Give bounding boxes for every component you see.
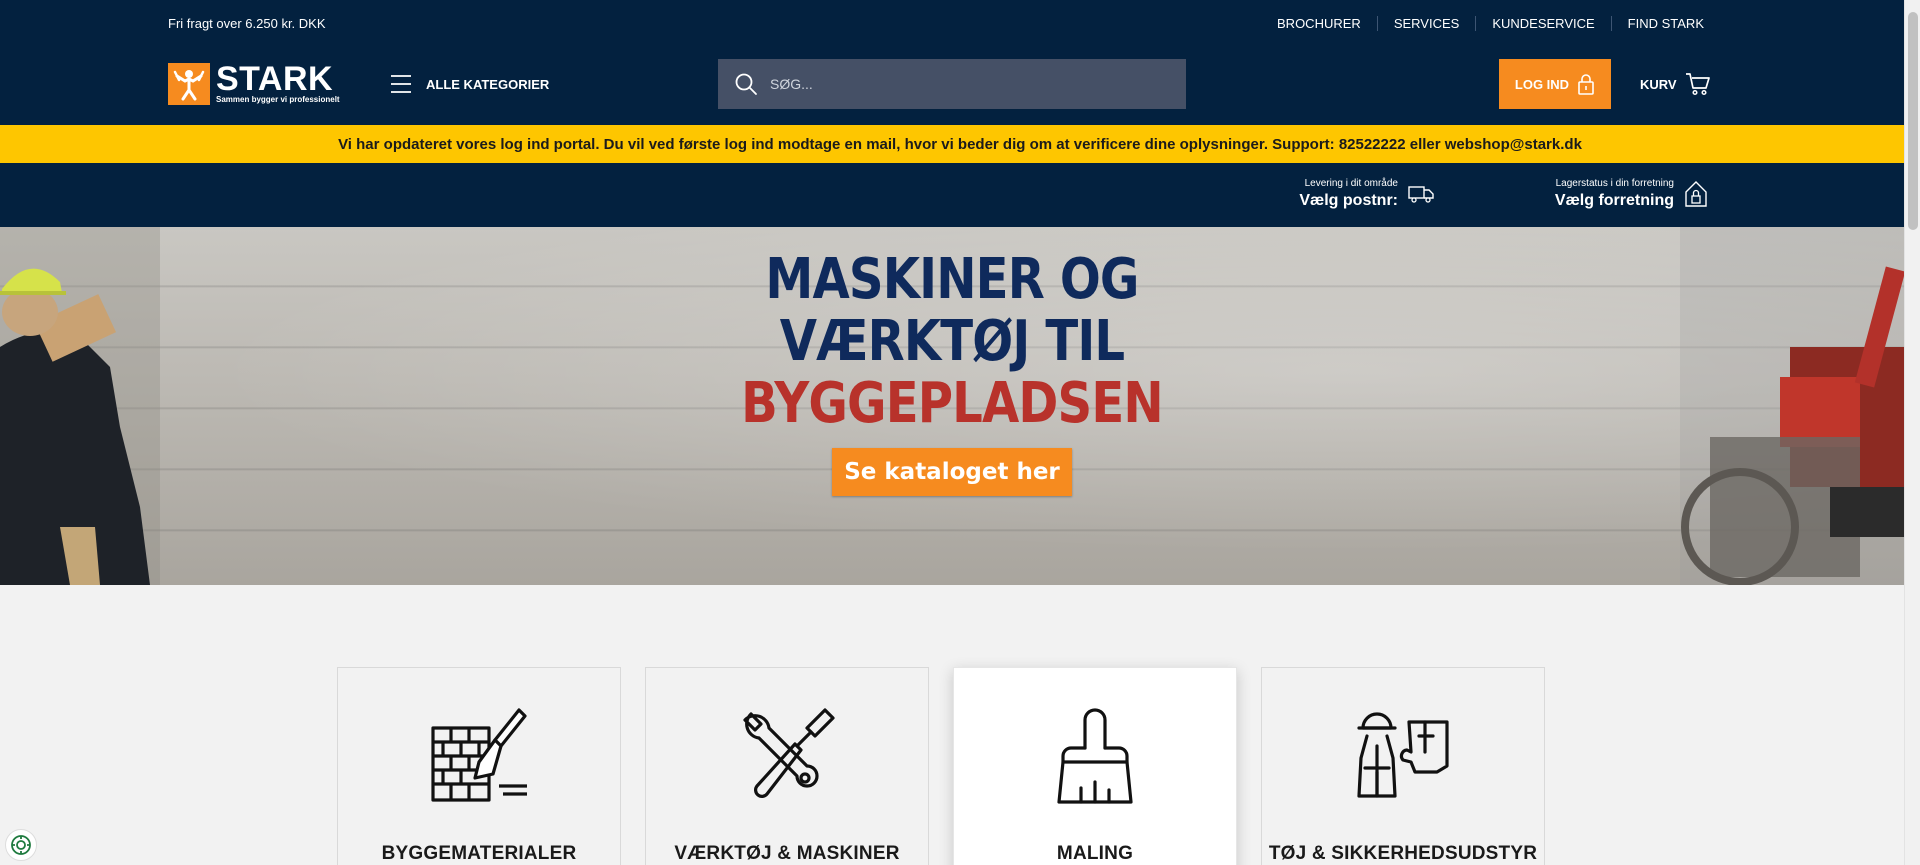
- top-bar: Fri fragt over 6.250 kr. DKK BROCHURER S…: [168, 0, 1704, 46]
- main-bar: STARK Sammen bygger vi professionelt ALL…: [168, 58, 1710, 110]
- category-name: VÆRKTØJ & MASKINER: [674, 843, 900, 864]
- cart-icon: [1685, 73, 1710, 96]
- category-grid: BYGGEMATERIALER VÆRKTØJ & MASKINER MALIN…: [337, 667, 1569, 865]
- page-scrollbar[interactable]: [1904, 0, 1920, 865]
- catalog-cta-button[interactable]: Se kataloget her: [832, 448, 1072, 496]
- link-services[interactable]: SERVICES: [1378, 15, 1477, 31]
- cart-button[interactable]: KURV: [1640, 72, 1711, 96]
- free-shipping-text: Fri fragt over 6.250 kr. DKK: [168, 15, 326, 31]
- cart-label: KURV: [1640, 76, 1677, 92]
- login-label: LOG IND: [1514, 76, 1570, 92]
- login-notice-banner: Vi har opdateret vores log ind portal. D…: [0, 125, 1920, 163]
- search-icon: [735, 73, 757, 95]
- hero-line-2: VÆRKTØJ TIL: [779, 309, 1125, 374]
- category-name: TØJ & SIKKERHEDSUDSTYR: [1268, 843, 1538, 864]
- cookie-settings-button[interactable]: [5, 829, 37, 861]
- delivery-postcode-selector[interactable]: Levering i dit område Vælg postnr:: [1299, 177, 1434, 211]
- scrollbar-thumb[interactable]: [1908, 12, 1918, 230]
- logo-tagline: Sammen bygger vi professionelt: [216, 95, 340, 104]
- hamburger-icon: [391, 75, 411, 93]
- lock-icon: [1578, 74, 1594, 95]
- all-categories-button[interactable]: ALLE KATEGORIER: [390, 74, 549, 94]
- hero-title: MASKINER OG VÆRKTØJ TIL BYGGEPLADSEN: [133, 249, 1770, 435]
- helmet-vest-glove-icon: [1357, 712, 1449, 798]
- all-categories-label: ALLE KATEGORIER: [426, 76, 550, 92]
- category-name: BYGGEMATERIALER: [381, 843, 577, 864]
- category-maling[interactable]: MALING: [953, 667, 1237, 865]
- wrench-screwdriver-icon: [743, 708, 835, 798]
- hero-banner[interactable]: MASKINER OG VÆRKTØJ TIL BYGGEPLADSEN Se …: [0, 227, 1920, 585]
- category-byggematerialer[interactable]: BYGGEMATERIALER: [337, 667, 621, 865]
- link-brochurer[interactable]: BROCHURER: [1261, 15, 1378, 31]
- location-bar: Levering i dit område Vælg postnr: Lager…: [0, 163, 1920, 227]
- delivery-big-label: Vælg postnr:: [1299, 192, 1398, 209]
- link-kundeservice[interactable]: KUNDESERVICE: [1476, 15, 1612, 31]
- delivery-small-label: Levering i dit område: [1304, 178, 1398, 189]
- site-header: Fri fragt over 6.250 kr. DKK BROCHURER S…: [0, 0, 1920, 125]
- login-button[interactable]: LOG IND: [1499, 59, 1611, 109]
- search-input[interactable]: [770, 76, 1170, 92]
- notice-text: Vi har opdateret vores log ind portal. D…: [338, 135, 1582, 153]
- category-vaerktoej-maskiner[interactable]: VÆRKTØJ & MASKINER: [645, 667, 929, 865]
- link-find-stark[interactable]: FIND STARK: [1612, 16, 1704, 31]
- store-icon: [1685, 181, 1707, 207]
- logo-word: STARK: [216, 60, 334, 98]
- search-box[interactable]: [718, 59, 1186, 109]
- store-small-label: Lagerstatus i din forretning: [1555, 178, 1674, 189]
- bricks-trowel-icon: [431, 708, 527, 802]
- top-links: BROCHURER SERVICES KUNDESERVICE FIND STA…: [1261, 15, 1704, 31]
- hero-line-1: MASKINER OG: [765, 247, 1139, 312]
- cookie-consent-icon: [11, 835, 31, 855]
- category-toej-sikkerhedsudstyr[interactable]: TØJ & SIKKERHEDSUDSTYR: [1261, 667, 1545, 865]
- stark-logo[interactable]: STARK Sammen bygger vi professionelt: [168, 62, 346, 106]
- store-selector[interactable]: Lagerstatus i din forretning Vælg forret…: [1555, 177, 1708, 211]
- hero-line-3: BYGGEPLADSEN: [741, 371, 1164, 436]
- store-big-label: Vælg forretning: [1554, 192, 1674, 209]
- logo-mark-icon: [168, 63, 210, 105]
- truck-icon: [1408, 186, 1434, 203]
- category-name: MALING: [1056, 843, 1134, 864]
- paintbrush-icon: [1057, 708, 1133, 804]
